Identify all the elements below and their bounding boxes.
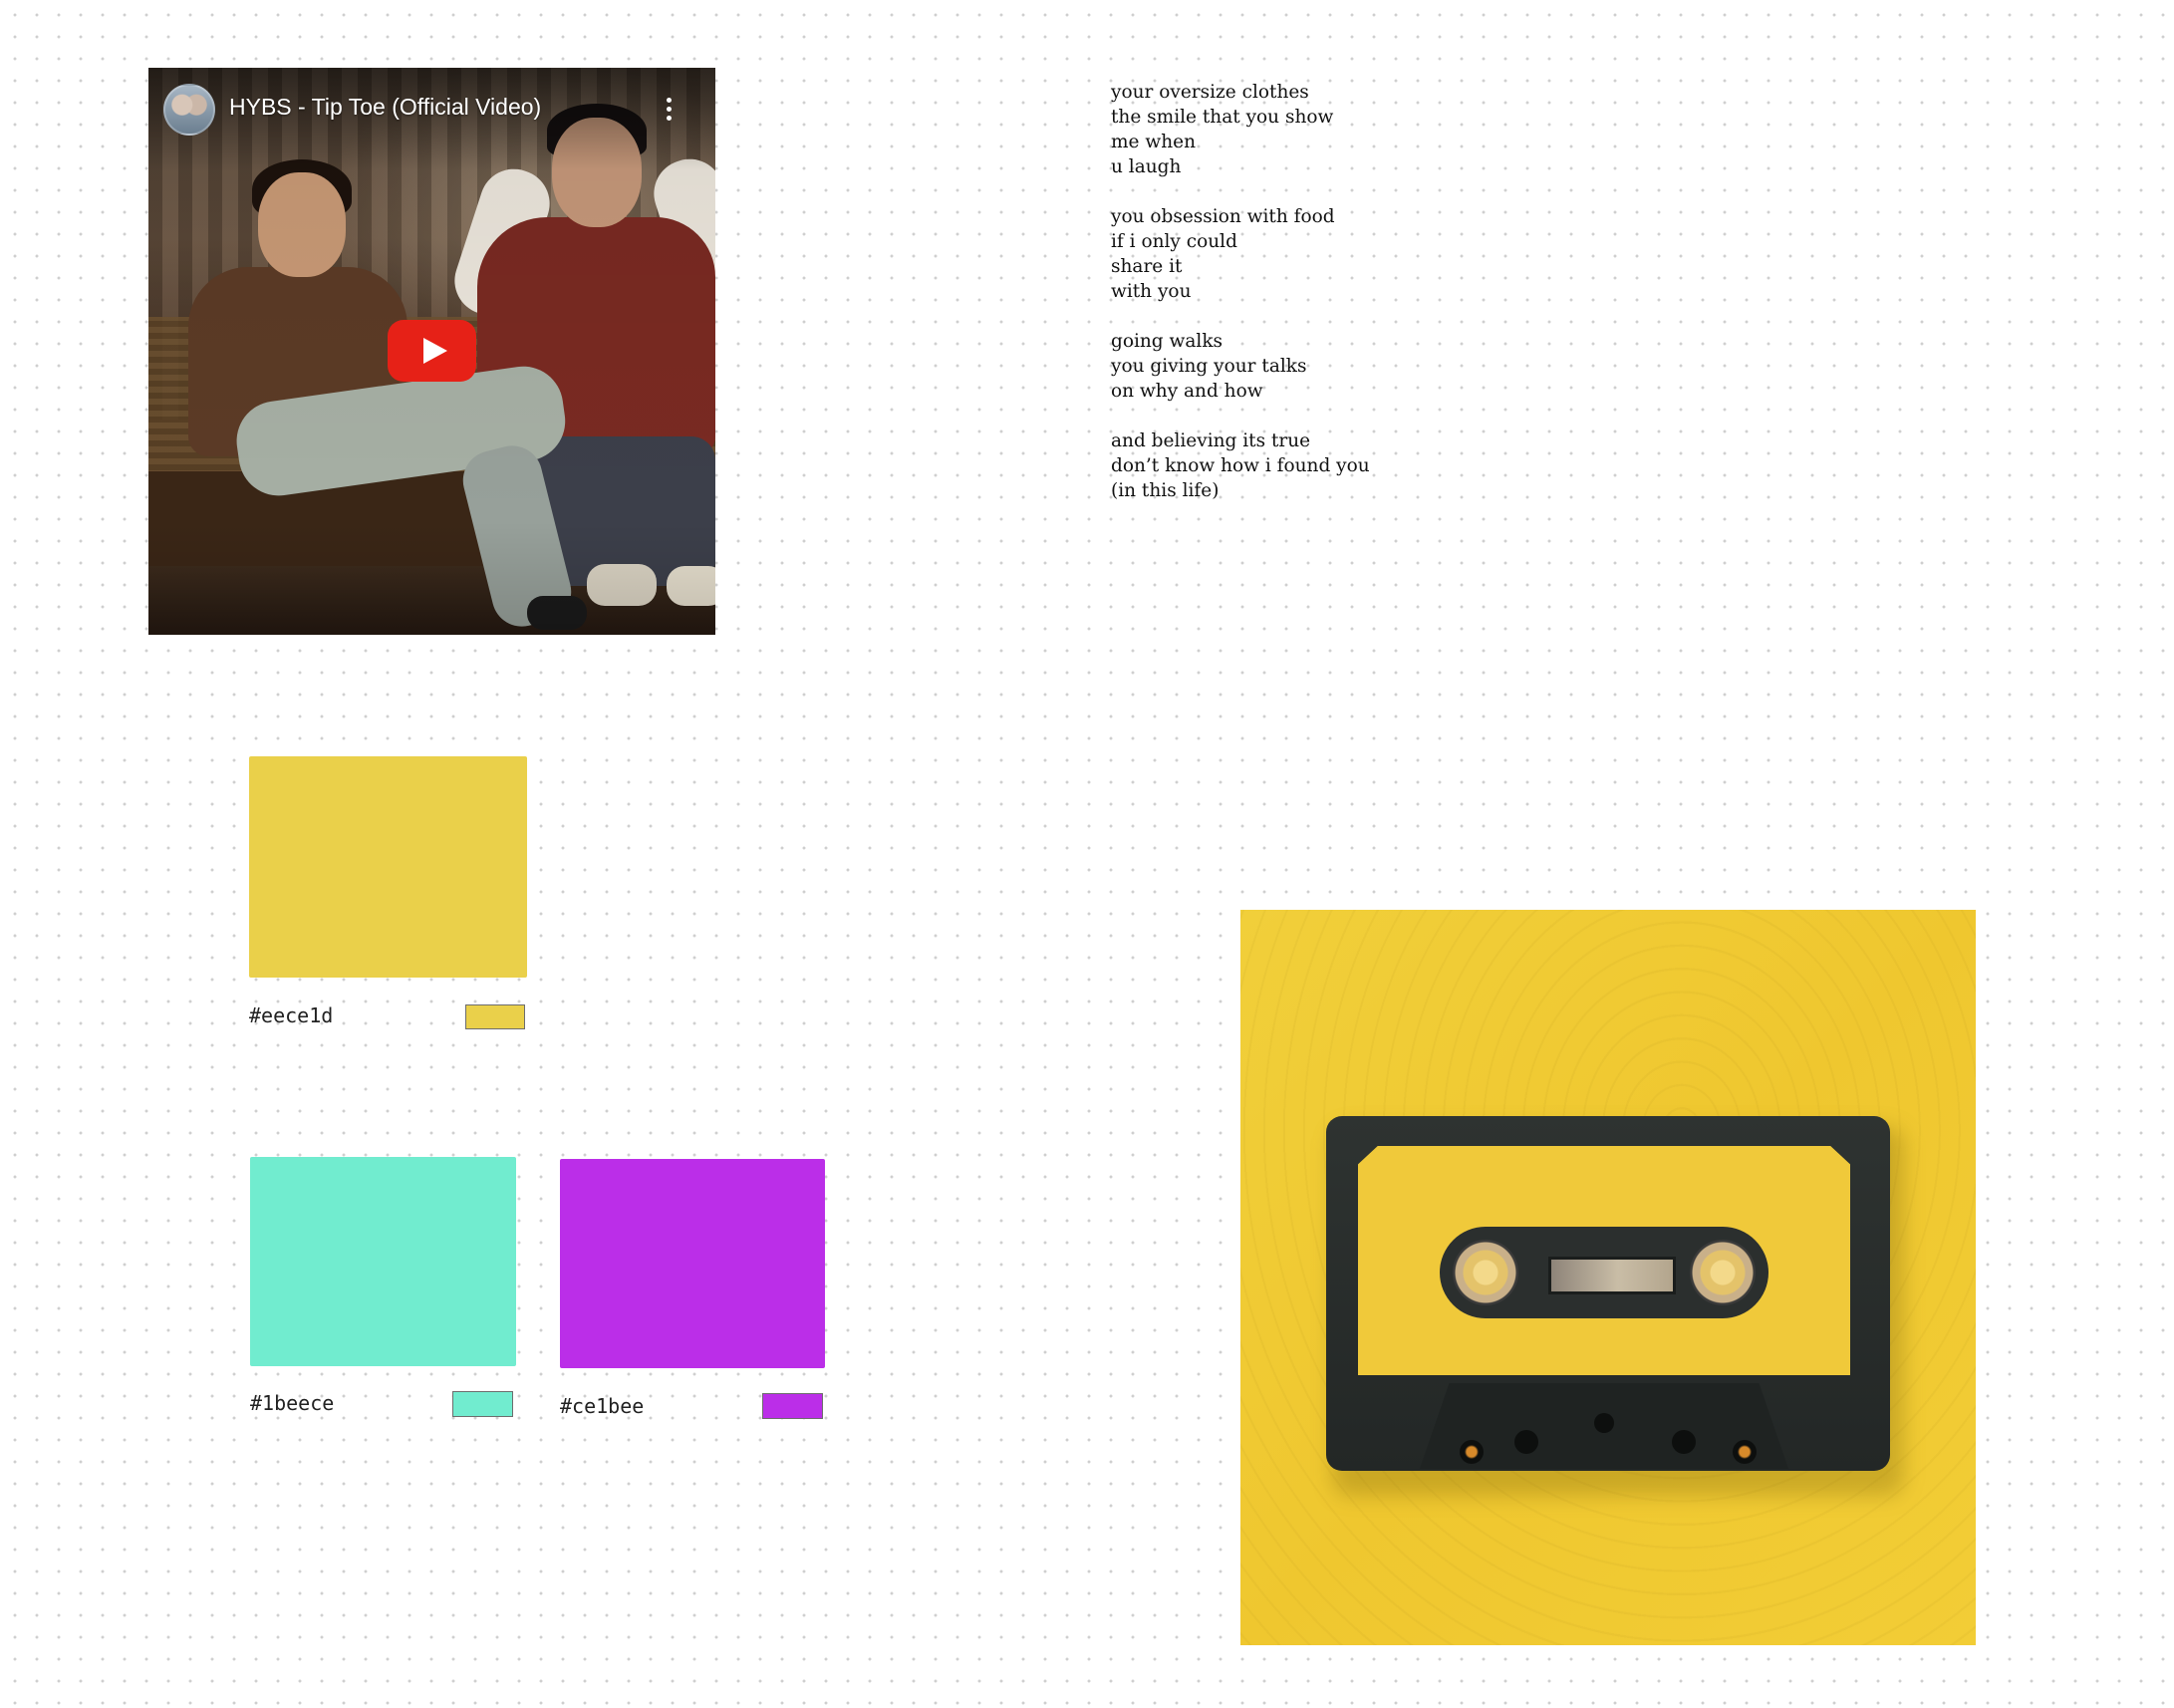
video-embed[interactable]: HYBS - Tip Toe (Official Video) bbox=[148, 68, 715, 635]
reel-left bbox=[1453, 1240, 1518, 1305]
cassette-hole bbox=[1460, 1440, 1484, 1464]
poem-line: you obsession with food bbox=[1111, 206, 1335, 227]
poem-line: share it bbox=[1111, 256, 1183, 277]
channel-avatar[interactable] bbox=[163, 84, 215, 136]
reel-right bbox=[1690, 1240, 1756, 1305]
color-chip-purple bbox=[762, 1393, 823, 1419]
poem-line: (in this life) bbox=[1111, 480, 1220, 501]
cassette-photo[interactable] bbox=[1240, 910, 1976, 1645]
poem-line: on why and how bbox=[1111, 381, 1263, 402]
poem-line: your oversize clothes bbox=[1111, 82, 1309, 103]
hex-label-purple: #ce1bee bbox=[560, 1394, 645, 1418]
color-swatch-yellow[interactable] bbox=[249, 756, 527, 978]
poem-line: the smile that you show bbox=[1111, 107, 1334, 128]
cassette-hole bbox=[1594, 1413, 1614, 1433]
tape-window-glass bbox=[1548, 1257, 1676, 1294]
color-chip-yellow bbox=[465, 1004, 525, 1029]
video-title[interactable]: HYBS - Tip Toe (Official Video) bbox=[229, 94, 541, 121]
poem-line: going walks bbox=[1111, 331, 1223, 352]
poem-stanza: your oversize clothes the smile that you… bbox=[1111, 80, 1470, 179]
poem-line: don’t know how i found you bbox=[1111, 455, 1370, 476]
cassette-hole bbox=[1733, 1440, 1757, 1464]
hex-label-teal: #1beece bbox=[250, 1391, 335, 1415]
poem-line: u laugh bbox=[1111, 156, 1182, 177]
poem-text: your oversize clothes the smile that you… bbox=[1111, 80, 1470, 528]
cassette-hole bbox=[1514, 1430, 1538, 1454]
poem-stanza: going walks you giving your talks on why… bbox=[1111, 329, 1470, 404]
poem-line: with you bbox=[1111, 281, 1192, 302]
color-swatch-purple[interactable] bbox=[560, 1159, 825, 1368]
poem-line: and believing its true bbox=[1111, 430, 1311, 451]
youtube-play-icon[interactable] bbox=[388, 320, 476, 382]
poem-line: you giving your talks bbox=[1111, 356, 1307, 377]
color-swatch-teal[interactable] bbox=[250, 1157, 516, 1366]
more-vert-icon[interactable] bbox=[659, 96, 679, 126]
hex-label-yellow: #eece1d bbox=[249, 1003, 334, 1027]
poem-line: me when bbox=[1111, 132, 1196, 152]
color-chip-teal bbox=[452, 1391, 513, 1417]
poem-stanza: you obsession with food if i only could … bbox=[1111, 204, 1470, 304]
poem-line: if i only could bbox=[1111, 231, 1237, 252]
poem-stanza: and believing its true don’t know how i … bbox=[1111, 428, 1470, 503]
cassette-hole bbox=[1672, 1430, 1696, 1454]
